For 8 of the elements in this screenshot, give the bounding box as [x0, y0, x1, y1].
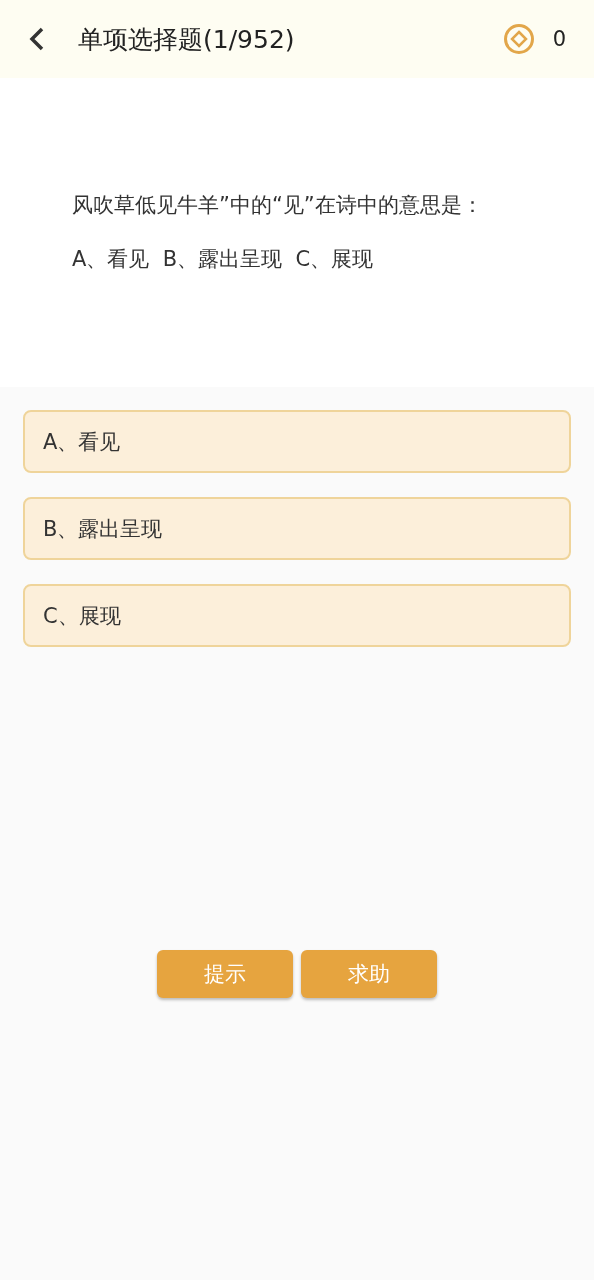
- answer-option[interactable]: C、展现: [23, 584, 571, 647]
- coin-icon: [502, 23, 535, 55]
- question-text: 风吹草低见牛羊”中的“见”在诗中的意思是：: [72, 192, 484, 219]
- page-title: 单项选择题(1/952): [78, 23, 296, 56]
- answer-option[interactable]: B、露出呈现: [23, 497, 571, 560]
- answer-option[interactable]: A、看见: [23, 410, 571, 473]
- coin-count: 0: [552, 27, 566, 51]
- choices-text: A、看见 B、露出呈现 C、展现: [72, 246, 375, 273]
